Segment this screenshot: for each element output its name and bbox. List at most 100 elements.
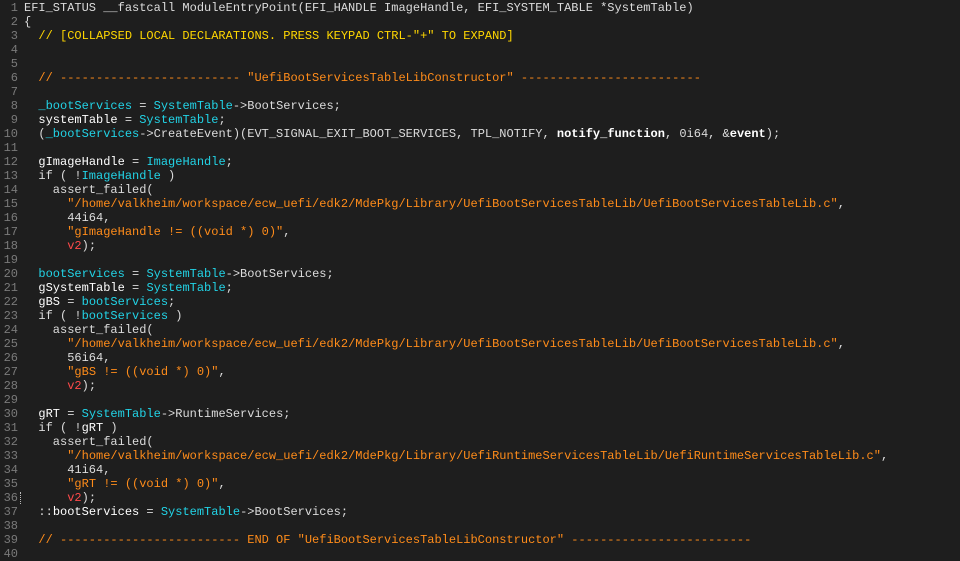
code-token-plain[interactable]: ( — [24, 127, 45, 141]
code-token-local[interactable]: systemTable — [38, 113, 117, 127]
code-line[interactable]: 15 "/home/valkheim/workspace/ecw_uefi/ed… — [0, 197, 960, 211]
code-token-plain[interactable]: , — [218, 365, 225, 379]
code-token-plain[interactable] — [24, 365, 67, 379]
code-token-string[interactable]: "gRT != ((void *) 0)" — [67, 477, 218, 491]
code-token-plain[interactable]: { — [24, 15, 31, 29]
code-token-plain[interactable]: if ( ! — [24, 309, 81, 323]
code-token-plain[interactable] — [24, 225, 67, 239]
code-token-param[interactable]: ImageHandle — [146, 155, 225, 169]
code-token-global[interactable]: bootServices — [82, 309, 168, 323]
code-text[interactable]: { — [24, 15, 31, 29]
code-token-plain[interactable]: = — [60, 295, 82, 309]
code-line[interactable]: 34 41i64, — [0, 463, 960, 477]
code-token-plain[interactable]: , — [881, 449, 888, 463]
code-line[interactable]: 2{ — [0, 15, 960, 29]
code-token-plain[interactable]: , 0i64, & — [665, 127, 730, 141]
code-token-plain[interactable]: = — [60, 407, 82, 421]
code-line[interactable]: 8 _bootServices = SystemTable->BootServi… — [0, 99, 960, 113]
code-token-plain[interactable]: ; — [168, 295, 175, 309]
code-line[interactable]: 32 assert_failed( — [0, 435, 960, 449]
code-token-plain[interactable]: = — [125, 155, 147, 169]
code-text[interactable]: (_bootServices->CreateEvent)(EVT_SIGNAL_… — [24, 127, 780, 141]
code-text[interactable]: if ( !gRT ) — [24, 421, 117, 435]
code-token-reg[interactable]: v2 — [67, 491, 81, 505]
code-token-local[interactable]: gImageHandle — [38, 155, 124, 169]
code-token-string[interactable]: "/home/valkheim/workspace/ecw_uefi/edk2/… — [67, 197, 838, 211]
code-token-plain[interactable]: , — [838, 337, 845, 351]
code-line[interactable]: 24 assert_failed( — [0, 323, 960, 337]
code-line[interactable]: 23 if ( !bootServices ) — [0, 309, 960, 323]
code-token-plain[interactable]: ; — [218, 113, 225, 127]
code-line[interactable]: 37 ::bootServices = SystemTable->BootSer… — [0, 505, 960, 519]
code-token-global[interactable]: _bootServices — [38, 99, 132, 113]
code-line[interactable]: 30 gRT = SystemTable->RuntimeServices; — [0, 407, 960, 421]
code-text[interactable]: gBS = bootServices; — [24, 295, 175, 309]
code-line[interactable]: 25 "/home/valkheim/workspace/ecw_uefi/ed… — [0, 337, 960, 351]
code-token-plain[interactable] — [24, 267, 38, 281]
code-text[interactable]: 44i64, — [24, 211, 110, 225]
code-token-plain[interactable]: , — [838, 197, 845, 211]
code-token-string[interactable]: "gImageHandle != ((void *) 0)" — [67, 225, 283, 239]
code-token-plain[interactable] — [24, 281, 38, 295]
code-line[interactable]: 4 — [0, 43, 960, 57]
code-token-local[interactable]: gRT — [38, 407, 60, 421]
code-token-plain[interactable] — [24, 239, 67, 253]
code-text[interactable]: // [COLLAPSED LOCAL DECLARATIONS. PRESS … — [24, 29, 513, 43]
code-token-comment[interactable]: // ------------------------- END OF "Uef… — [24, 533, 751, 547]
code-token-param[interactable]: SystemTable — [146, 267, 225, 281]
code-token-plain[interactable]: = — [132, 99, 154, 113]
code-token-plain[interactable]: = — [125, 267, 147, 281]
code-text[interactable]: "gImageHandle != ((void *) 0)", — [24, 225, 290, 239]
code-line[interactable]: 28 v2); — [0, 379, 960, 393]
code-text[interactable]: 41i64, — [24, 463, 110, 477]
code-token-string[interactable]: "/home/valkheim/workspace/ecw_uefi/edk2/… — [67, 337, 838, 351]
code-text[interactable]: ::bootServices = SystemTable->BootServic… — [24, 505, 348, 519]
code-line[interactable]: 11 — [0, 141, 960, 155]
code-token-plain[interactable]: ); — [766, 127, 780, 141]
code-line[interactable]: 5 — [0, 57, 960, 71]
code-token-param[interactable]: SystemTable — [82, 407, 161, 421]
code-token-plain[interactable]: ); — [82, 379, 96, 393]
code-token-plain[interactable]: ; — [226, 281, 233, 295]
code-line[interactable]: 6 // ------------------------- "UefiBoot… — [0, 71, 960, 85]
code-text[interactable]: bootServices = SystemTable->BootServices… — [24, 267, 334, 281]
code-token-global[interactable]: bootServices — [82, 295, 168, 309]
code-text[interactable]: "gRT != ((void *) 0)", — [24, 477, 225, 491]
code-token-plain[interactable]: :: — [24, 505, 52, 519]
code-token-plain[interactable]: = — [125, 281, 147, 295]
code-token-plain[interactable] — [24, 295, 38, 309]
code-line[interactable]: 33 "/home/valkheim/workspace/ecw_uefi/ed… — [0, 449, 960, 463]
code-token-plain[interactable]: ->BootServices; — [240, 505, 348, 519]
code-text[interactable]: EFI_STATUS __fastcall ModuleEntryPoint(E… — [24, 1, 694, 15]
code-text[interactable]: gRT = SystemTable->RuntimeServices; — [24, 407, 290, 421]
code-line[interactable]: 35 "gRT != ((void *) 0)", — [0, 477, 960, 491]
code-text[interactable]: gSystemTable = SystemTable; — [24, 281, 233, 295]
code-token-local[interactable]: bootServices — [53, 505, 139, 519]
code-token-collapsed[interactable]: // [COLLAPSED LOCAL DECLARATIONS. PRESS … — [24, 29, 513, 43]
code-line[interactable]: 36 v2); — [0, 491, 960, 505]
code-text[interactable]: "/home/valkheim/workspace/ecw_uefi/edk2/… — [24, 449, 888, 463]
code-token-plain[interactable]: ->BootServices; — [226, 267, 334, 281]
code-text[interactable]: 56i64, — [24, 351, 110, 365]
code-line[interactable]: 22 gBS = bootServices; — [0, 295, 960, 309]
code-text[interactable]: // ------------------------- END OF "Uef… — [24, 533, 751, 547]
code-token-plain[interactable] — [24, 407, 38, 421]
code-token-plain[interactable]: = — [118, 113, 140, 127]
code-line[interactable]: 3 // [COLLAPSED LOCAL DECLARATIONS. PRES… — [0, 29, 960, 43]
code-line[interactable]: 19 — [0, 253, 960, 267]
code-token-plain[interactable] — [24, 155, 38, 169]
code-text[interactable]: assert_failed( — [24, 323, 154, 337]
code-line[interactable]: 38 — [0, 519, 960, 533]
code-text[interactable]: "/home/valkheim/workspace/ecw_uefi/edk2/… — [24, 337, 845, 351]
code-text[interactable]: // ------------------------- "UefiBootSe… — [24, 71, 701, 85]
code-line[interactable]: 10 (_bootServices->CreateEvent)(EVT_SIGN… — [0, 127, 960, 141]
code-token-plain[interactable]: = — [139, 505, 161, 519]
code-line[interactable]: 40 — [0, 547, 960, 561]
code-token-local[interactable]: gSystemTable — [38, 281, 124, 295]
code-token-string[interactable]: "/home/valkheim/workspace/ecw_uefi/edk2/… — [67, 449, 881, 463]
code-token-plain[interactable] — [24, 197, 67, 211]
code-line[interactable]: 12 gImageHandle = ImageHandle; — [0, 155, 960, 169]
code-token-plain[interactable] — [24, 491, 67, 505]
code-text[interactable]: _bootServices = SystemTable->BootService… — [24, 99, 340, 113]
code-token-plain[interactable]: assert_failed( — [24, 435, 154, 449]
